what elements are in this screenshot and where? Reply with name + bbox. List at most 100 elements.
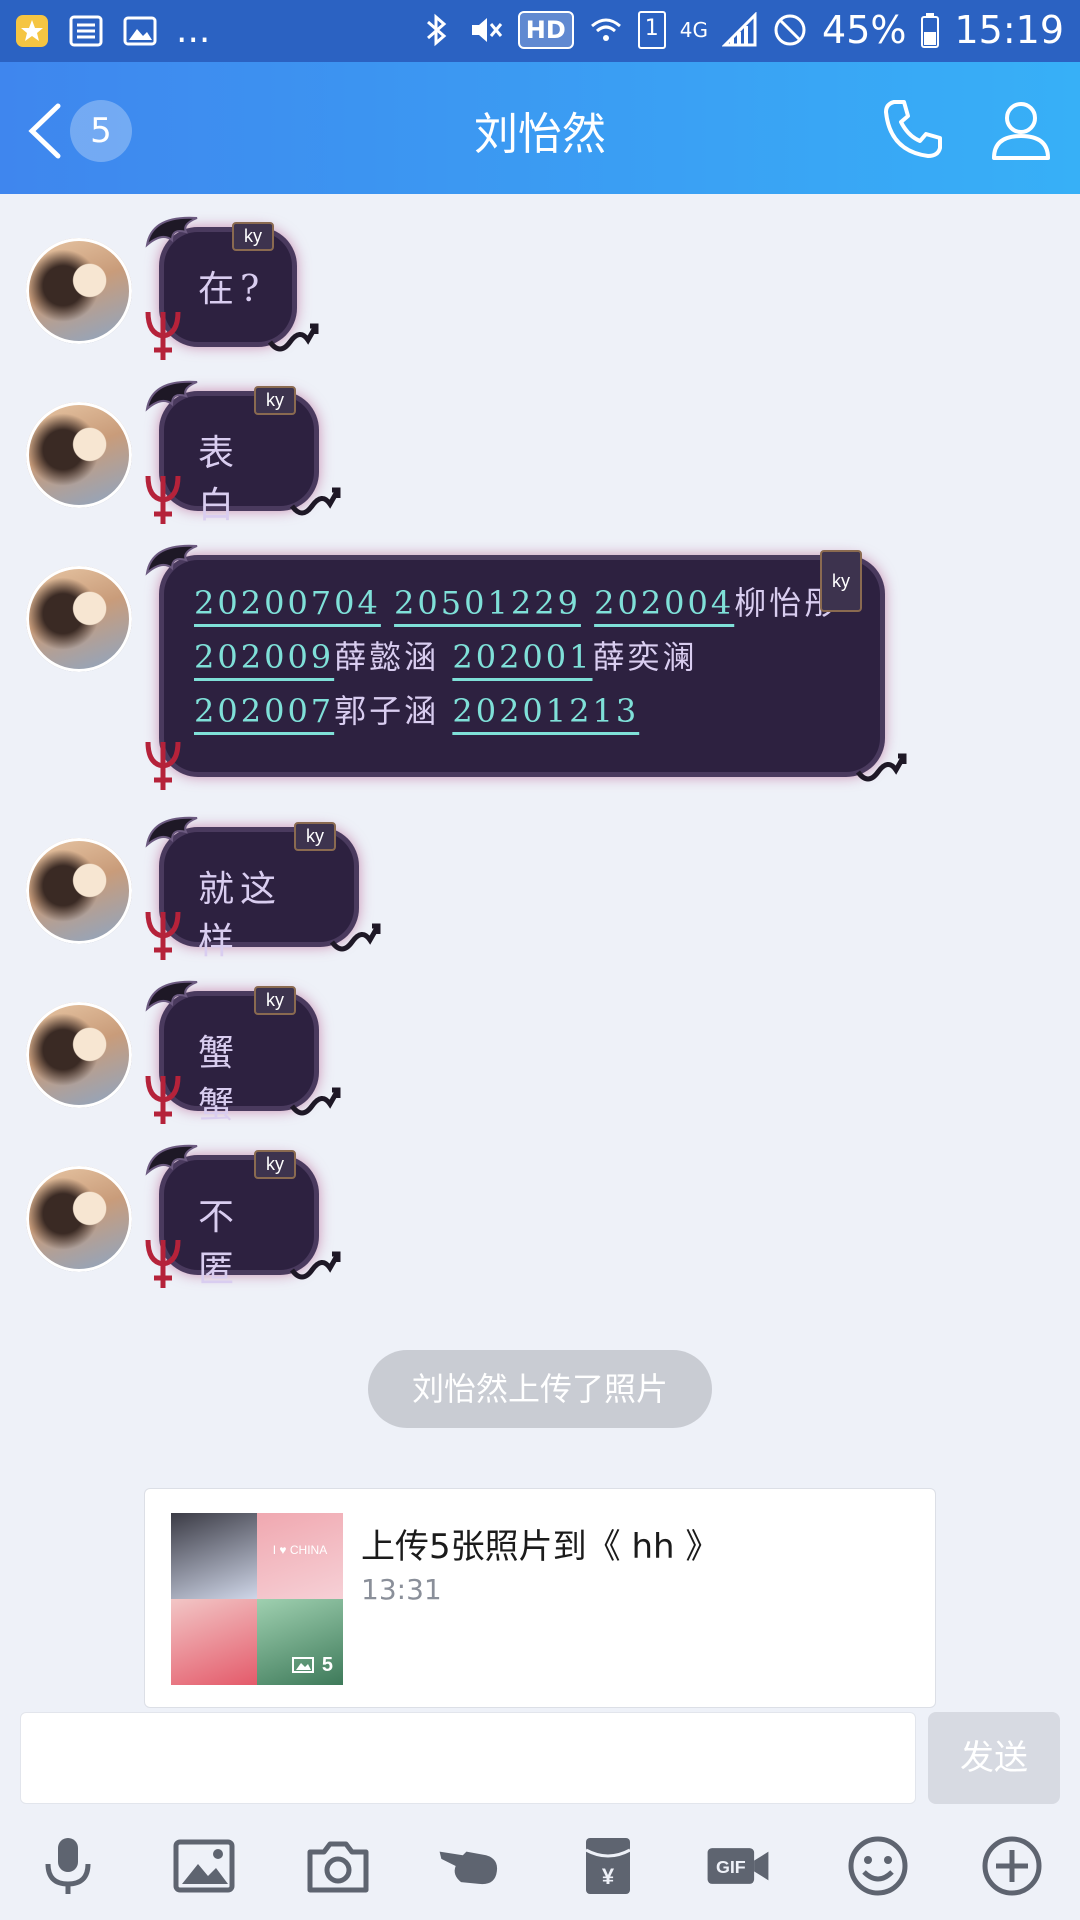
avatar[interactable]: [26, 838, 132, 944]
status-bar: ... HD 1 4G 45% 15:19: [0, 0, 1080, 62]
mute-icon: [471, 18, 502, 42]
message-text-segment: 薛奕澜: [592, 638, 698, 676]
photo-count-value: 5: [321, 1654, 333, 1676]
hd-badge: HD: [517, 11, 574, 49]
message-text-segment: [581, 584, 594, 622]
devil-trident-icon: [145, 311, 181, 360]
sim-badge: 1: [637, 11, 666, 49]
photo-stack-icon: [292, 1657, 315, 1673]
image-icon[interactable]: [170, 1832, 238, 1900]
devil-trident-icon: [145, 1239, 181, 1288]
send-button[interactable]: 发送: [928, 1712, 1060, 1804]
message-link[interactable]: 202007: [194, 692, 334, 730]
devil-wing-icon: [145, 544, 198, 576]
message-text-segment: 薛懿涵: [334, 638, 453, 676]
avatar[interactable]: [26, 566, 132, 672]
phone-call-icon[interactable]: [880, 96, 946, 162]
clock: 15:19: [954, 8, 1064, 52]
message-text: 不匿: [198, 1197, 241, 1290]
battery-icon: [921, 13, 940, 48]
photo-thumbnail: [171, 1513, 257, 1599]
message-bubble[interactable]: ky 20200704 20501229 202004柳怡彤202009薛懿涵 …: [145, 544, 907, 790]
network-type: 4G: [679, 18, 709, 42]
message-link[interactable]: 20501229: [394, 584, 581, 622]
devil-trident-icon: [145, 475, 181, 524]
red-packet-icon[interactable]: ¥: [574, 1832, 642, 1900]
svg-text:¥: ¥: [602, 1864, 615, 1889]
signal-icon: [722, 12, 757, 47]
message-bubble[interactable]: ky 不匿: [145, 1144, 341, 1290]
message-link[interactable]: 20201213: [452, 692, 639, 730]
bubble-badge: ky: [254, 386, 296, 415]
message-input[interactable]: [20, 1712, 916, 1804]
avatar[interactable]: [26, 402, 132, 508]
photo-count: 5: [292, 1654, 333, 1677]
devil-tail-icon: [289, 1087, 341, 1116]
avatar[interactable]: [26, 238, 132, 344]
photo-thumbnail: I ♥ CHINA: [257, 1513, 343, 1599]
thumbnail-caption: I ♥ CHINA: [272, 1543, 328, 1557]
devil-trident-icon: [145, 1075, 181, 1124]
emoji-icon[interactable]: [844, 1832, 912, 1900]
profile-icon[interactable]: [988, 96, 1054, 162]
plus-icon[interactable]: [978, 1832, 1046, 1900]
more-notifications: ...: [176, 10, 211, 51]
chat-header: 5 刘怡然: [0, 62, 1080, 194]
message-text: 在?: [198, 269, 266, 310]
avatar[interactable]: [26, 1166, 132, 1272]
photo-thumbnails[interactable]: I ♥ CHINA 5: [171, 1513, 343, 1685]
devil-tail-icon: [289, 1251, 341, 1280]
gif-icon[interactable]: GIF: [704, 1832, 780, 1900]
bubble-badge: ky: [294, 822, 336, 851]
card-time: 13:31: [361, 1573, 442, 1606]
message-link[interactable]: 202004: [594, 584, 734, 622]
card-title: 上传5张照片到《 hh 》: [361, 1527, 720, 1567]
message-text: 就这样: [198, 869, 283, 962]
gallery-icon: [123, 16, 157, 45]
message-bubble[interactable]: ky 在?: [145, 216, 319, 360]
message-text: 表白: [198, 433, 241, 526]
message-bubble[interactable]: ky 就这样: [145, 816, 381, 962]
devil-tail-icon: [855, 753, 907, 782]
photo-thumbnail: 5: [257, 1599, 343, 1685]
bubble-badge: ky: [232, 222, 274, 251]
system-notice: 刘怡然上传了照片: [368, 1350, 712, 1428]
bluetooth-icon: [426, 13, 447, 47]
devil-wing-icon: [145, 380, 198, 412]
avatar[interactable]: [26, 1002, 132, 1108]
devil-wing-icon: [145, 1144, 198, 1176]
message-text: 蟹蟹: [198, 1033, 241, 1126]
message-text-segment: [381, 584, 394, 622]
devil-trident-icon: [145, 911, 181, 960]
message-bubble[interactable]: ky 表白: [145, 380, 341, 526]
devil-wing-icon: [145, 216, 198, 248]
devil-wing-icon: [145, 816, 198, 848]
devil-trident-icon: [145, 741, 181, 790]
message-text-segment: 郭子涵: [334, 692, 453, 730]
dnd-icon: [774, 14, 806, 46]
microphone-icon[interactable]: [34, 1832, 102, 1900]
battery-percent: 45%: [822, 8, 907, 52]
message-link[interactable]: 202009: [194, 638, 334, 676]
news-icon: [69, 15, 103, 46]
devil-wing-icon: [145, 980, 198, 1012]
bubble-badge: ky: [254, 1150, 296, 1179]
message-bubble[interactable]: ky 蟹蟹: [145, 980, 341, 1126]
photo-upload-card[interactable]: I ♥ CHINA 5 上传5张照片到《 hh 》 13:31: [144, 1488, 936, 1708]
message-text: 20200704 20501229 202004柳怡彤202009薛懿涵 202…: [194, 584, 839, 730]
camera-icon[interactable]: [304, 1832, 372, 1900]
devil-tail-icon: [267, 323, 319, 352]
devil-tail-icon: [289, 487, 341, 516]
svg-text:GIF: GIF: [716, 1857, 746, 1877]
bubble-badge: ky: [820, 550, 862, 612]
wifi-icon: [590, 18, 621, 41]
poke-hand-icon[interactable]: [436, 1832, 512, 1900]
devil-tail-icon: [329, 923, 381, 952]
input-row: 发送: [0, 1712, 1080, 1808]
message-link[interactable]: 202001: [452, 638, 592, 676]
message-link[interactable]: 20200704: [194, 584, 381, 622]
chat-toolbar: ¥ GIF: [0, 1832, 1080, 1904]
photo-thumbnail: [171, 1599, 257, 1685]
app-star-icon: [16, 14, 48, 47]
bubble-badge: ky: [254, 986, 296, 1015]
